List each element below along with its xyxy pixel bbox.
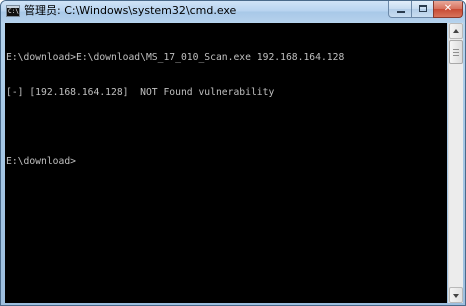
console-line: E:\download>E:\download\MS_17_010_Scan.e… xyxy=(6,52,345,63)
cmd-icon-text: C:\ xyxy=(8,8,19,15)
grip-line xyxy=(453,49,459,50)
console-prompt: E:\download> xyxy=(6,155,76,167)
close-button[interactable]: ✕ xyxy=(433,1,463,18)
scroll-up-button[interactable] xyxy=(449,23,463,39)
maximize-icon xyxy=(419,5,427,12)
cmd-icon[interactable]: C:\ xyxy=(6,5,20,17)
grip-line xyxy=(453,52,459,53)
close-icon: ✕ xyxy=(443,3,453,14)
cmd-window: C:\ 管理员: C:\Windows\system32\cmd.exe ✕ E… xyxy=(0,0,466,306)
minimize-button[interactable] xyxy=(388,1,412,18)
scroll-thumb[interactable] xyxy=(449,40,463,64)
arrow-down-icon xyxy=(453,294,459,298)
vertical-scrollbar[interactable] xyxy=(448,23,463,303)
minimize-icon xyxy=(397,11,405,13)
console-line: [-] [192.168.164.128] NOT Found vulnerab… xyxy=(6,86,275,98)
console-output[interactable]: E:\download>E:\download\MS_17_010_Scan.e… xyxy=(5,23,447,303)
title-bar[interactable]: C:\ 管理员: C:\Windows\system32\cmd.exe ✕ xyxy=(1,1,465,22)
maximize-button[interactable] xyxy=(411,1,434,18)
console-text: E:\download>E:\download\MS_17_010_Scan.e… xyxy=(6,29,344,190)
scroll-down-button[interactable] xyxy=(449,287,463,303)
grip-line xyxy=(453,55,459,56)
window-title: 管理员: C:\Windows\system32\cmd.exe xyxy=(24,4,237,17)
arrow-up-icon xyxy=(453,29,459,33)
